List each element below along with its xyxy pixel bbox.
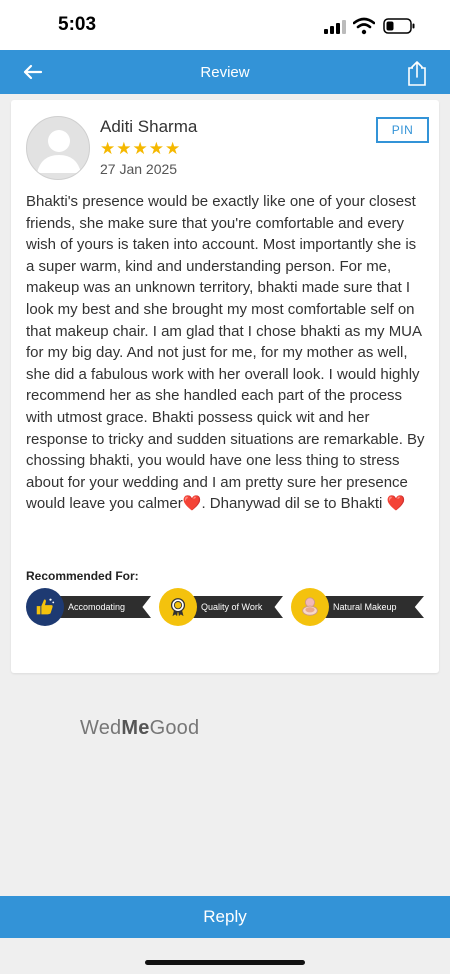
user-silhouette-icon [37, 130, 81, 173]
star-rating: ★★★★★ [100, 139, 182, 158]
review-card: Aditi Sharma ★★★★★ 27 Jan 2025 PIN Bhakt… [11, 100, 439, 673]
review-text: Bhakti's presence would be exactly like … [26, 191, 428, 515]
avatar [26, 116, 90, 180]
pin-button[interactable]: PIN [376, 117, 429, 143]
badge-natural-makeup: Natural Makeup [291, 588, 424, 626]
page-title: Review [200, 64, 250, 81]
logo-part: Me [121, 717, 150, 739]
wedmegood-logo: WedMeGood [80, 717, 199, 740]
reply-button[interactable]: Reply [0, 896, 450, 938]
heart-emoji: ❤️ [386, 495, 406, 513]
status-bar: 5:03 [0, 0, 450, 50]
badge-quality-of-work: Quality of Work [159, 588, 283, 626]
status-time: 5:03 [58, 14, 97, 35]
badge-accomodating: Accomodating [26, 588, 151, 626]
recommended-badges: Accomodating Quality of Work Natural Mak… [26, 588, 428, 626]
logo-part: Good [149, 717, 200, 739]
review-body: Bhakti's presence would be exactly like … [26, 193, 425, 513]
review-date: 27 Jan 2025 [100, 161, 178, 177]
review-body-end: . Dhanywad dil se to Bhakti [201, 495, 387, 513]
app-header: Review [0, 50, 450, 94]
reviewer-name: Aditi Sharma [100, 117, 198, 136]
medal-icon [159, 588, 197, 626]
home-indicator [145, 960, 305, 965]
battery-icon [383, 18, 415, 34]
thumbs-up-icon [26, 588, 64, 626]
logo-part: Wed [80, 717, 122, 739]
wifi-icon [353, 17, 375, 35]
heart-emoji: ❤️ [182, 495, 202, 513]
share-icon[interactable] [405, 59, 429, 87]
makeup-compact-icon [291, 588, 329, 626]
recommended-for-label: Recommended For: [26, 569, 139, 583]
cellular-signal-icon [324, 20, 346, 34]
